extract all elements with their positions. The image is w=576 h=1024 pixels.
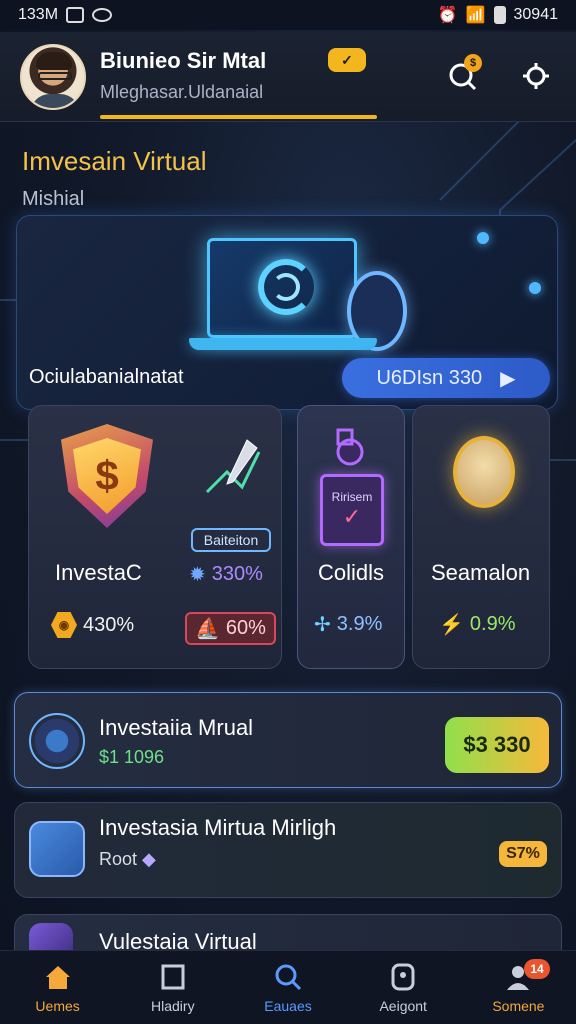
list-item-sub: $1 1096 [99, 747, 165, 767]
medal-icon [443, 428, 523, 518]
search-button[interactable]: $ [442, 54, 482, 96]
trophy-icon [336, 428, 364, 466]
nav-item-history[interactable]: Hladiry [115, 951, 230, 1024]
list-item-title: Investasia Mirtua Mirligh [99, 815, 337, 840]
home-icon [41, 962, 75, 992]
card-stat-left: ◉ 430% [51, 612, 134, 638]
stat-value: 60% [225, 617, 266, 639]
hero-banner[interactable]: Ociulabanialnatat U6DIsn 330 ▶ [16, 215, 558, 410]
nav-item-home[interactable]: Uemes [0, 951, 115, 1024]
card-tag: Baiteiton [191, 528, 271, 552]
investment-card[interactable]: $ Baiteiton InvestaC ✹ 330% ◉ 430% ⛵ 60% [28, 405, 282, 669]
tag-icon [386, 962, 420, 992]
list-item-sub: Root ◆ [99, 849, 156, 870]
stat-value: 430% [83, 613, 135, 636]
battery-text: 30941 [513, 6, 559, 23]
list-item-title: Investaiia Mrual [99, 715, 254, 740]
hero-action-button[interactable]: U6DIsn 330 ▶ [342, 358, 550, 398]
sparkle-icon: ✢ [314, 614, 331, 636]
hero-label: Ociulabanialnatat [29, 366, 184, 388]
page-title: Imvesain Virtual [22, 146, 207, 176]
book-icon [156, 962, 190, 992]
stat-value: 330% [211, 563, 263, 585]
list-item[interactable]: Investaiia Mrual $1 1096 $3 330 [14, 692, 562, 788]
search-icon [271, 962, 305, 992]
card-title: Seamalon [431, 560, 531, 585]
vault-icon [29, 713, 85, 769]
notification-icon [66, 7, 85, 23]
settings-button[interactable] [516, 56, 556, 96]
card-stat: ✢ 3.9% [314, 612, 382, 637]
progress-underline [100, 115, 377, 119]
nav-label: Aeigont [379, 997, 427, 1014]
emblem-label: Ririsem [331, 490, 373, 504]
battery-icon [493, 6, 506, 24]
eye-icon [92, 8, 113, 22]
nav-item-profile[interactable]: Somene 14 [461, 951, 576, 1024]
nav-badge: 14 [524, 959, 551, 979]
user-subtitle: Mleghasar.Uldanaial [100, 82, 264, 102]
nav-label: Eauaes [264, 997, 312, 1014]
nav-label: Somene [492, 997, 545, 1014]
card-title: InvestaC [55, 560, 142, 585]
wifi-icon: 📶 [465, 7, 486, 24]
status-time: 133M [18, 6, 59, 23]
diamond-icon: ◆ [142, 849, 156, 869]
bottom-nav: Uemes Hladiry Eauaes Aeigont Somene 14 [0, 950, 576, 1024]
nav-item-search[interactable]: Eauaes [230, 951, 345, 1024]
stat-value: 0.9% [469, 613, 516, 635]
status-bar: 133M ⏰ 📶 30941 [0, 0, 576, 30]
collect-card[interactable]: Ririsem ✓ Colidls ✢ 3.9% [297, 405, 405, 669]
card-stat-right: ✹ 330% [189, 562, 263, 587]
list-item[interactable]: Investasia Mirtua Mirligh Root ◆ S7% [14, 802, 562, 898]
card-stat: ⚡ 0.9% [439, 612, 516, 637]
gear-icon [523, 63, 549, 89]
user-name: Biunieo Sir Mtal [100, 48, 267, 73]
hero-button-label: U6DIsn 330 [376, 366, 483, 389]
hex-badge-icon: ◉ [51, 612, 77, 638]
percent-badge: S7% [499, 841, 547, 867]
nav-label: Uemes [35, 997, 80, 1014]
profile-header: Biunieo Sir Mtal ✓ Mleghasar.Uldanaial $ [0, 32, 576, 122]
nav-item-account[interactable]: Aeigont [346, 951, 461, 1024]
laptop-icon [207, 238, 357, 338]
card-title: Colidls [318, 560, 385, 585]
avatar[interactable] [20, 44, 86, 110]
page-subtitle: Mishial [22, 188, 85, 210]
stat-value: 3.9% [336, 613, 383, 635]
notification-dot: $ [464, 54, 482, 72]
card-stat-badge: ⛵ 60% [185, 612, 276, 645]
rocket-icon: ⛵ [195, 618, 220, 640]
alarm-icon: ⏰ [437, 7, 458, 24]
nav-label: Hladiry [151, 997, 195, 1014]
lightning-icon: ⚡ [439, 614, 464, 636]
gear-icon: ✹ [189, 564, 206, 586]
list-item-sub-text: Root [99, 849, 138, 869]
emblem-icon: Ririsem ✓ [320, 474, 384, 546]
verified-badge: ✓ [328, 48, 366, 72]
chest-icon [29, 821, 85, 877]
pen-icon [205, 439, 261, 494]
play-icon: ▶ [500, 367, 516, 390]
price-button[interactable]: $3 330 [445, 717, 549, 773]
seasonal-card[interactable]: Seamalon ⚡ 0.9% [412, 405, 550, 669]
